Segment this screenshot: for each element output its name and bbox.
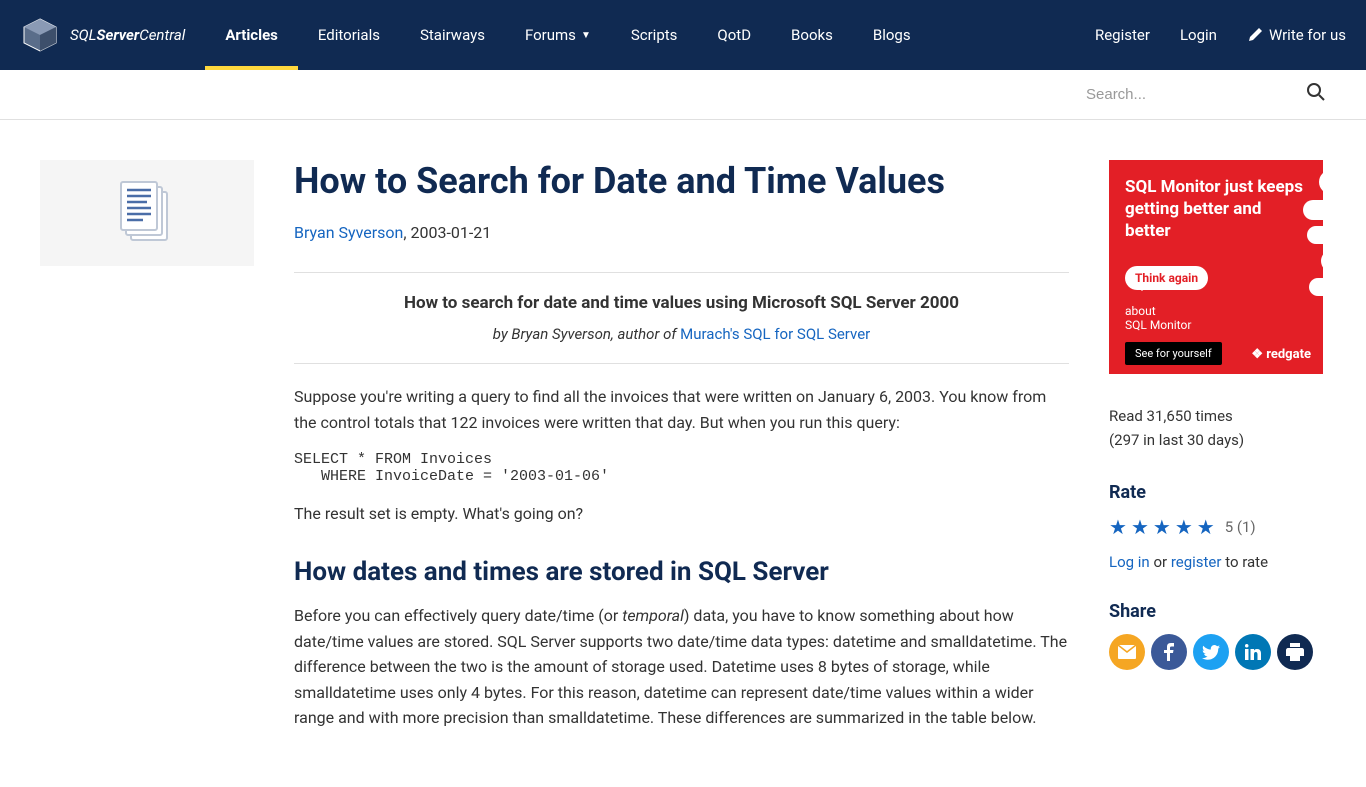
register-link[interactable]: Register <box>1095 26 1150 44</box>
ad-brand: ❖ redgate <box>1251 347 1311 362</box>
section-heading: How dates and times are stored in SQL Se… <box>294 557 1069 587</box>
left-sidebar <box>40 160 254 747</box>
star-icon: ★ <box>1153 515 1171 539</box>
ad-headline: SQL Monitor just keeps getting better an… <box>1125 176 1307 242</box>
pencil-icon <box>1247 27 1263 43</box>
search-bar <box>0 70 1366 120</box>
read-recent: (297 in last 30 days) <box>1109 428 1323 452</box>
login-to-rate[interactable]: Log in <box>1109 553 1150 571</box>
share-heading: Share <box>1109 601 1323 622</box>
divider <box>294 363 1069 364</box>
ad-bubble: Think again <box>1125 266 1208 290</box>
search-icon[interactable] <box>1306 82 1326 107</box>
share-twitter-button[interactable] <box>1193 634 1229 670</box>
paragraph: Before you can effectively query date/ti… <box>294 603 1069 731</box>
logo[interactable]: SQLServerCentral <box>20 15 185 55</box>
email-icon <box>1118 645 1136 659</box>
search-input[interactable] <box>1086 78 1306 111</box>
paragraph: The result set is empty. What's going on… <box>294 501 1069 527</box>
ad-subtext: about SQL Monitor <box>1125 304 1307 332</box>
star-icon: ★ <box>1131 515 1149 539</box>
nav-books[interactable]: Books <box>771 0 853 70</box>
nav-qotd[interactable]: QotD <box>697 0 771 70</box>
register-to-rate[interactable]: register <box>1171 553 1222 571</box>
star-icon: ★ <box>1175 515 1193 539</box>
article-type-icon <box>40 160 254 266</box>
share-email-button[interactable] <box>1109 634 1145 670</box>
code-block: SELECT * FROM Invoices WHERE InvoiceDate… <box>294 451 1069 485</box>
byline: Bryan Syverson, 2003-01-21 <box>294 223 1069 242</box>
book-link[interactable]: Murach's SQL for SQL Server <box>680 325 870 343</box>
star-rating[interactable]: ★ ★ ★ ★ ★ 5 (1) <box>1109 515 1323 539</box>
author-link[interactable]: Bryan Syverson <box>294 223 403 242</box>
logo-icon <box>20 15 60 55</box>
article-title: How to Search for Date and Time Values <box>294 160 1069 203</box>
top-nav: SQLServerCentral Articles Editorials Sta… <box>0 0 1366 70</box>
nav-articles[interactable]: Articles <box>205 0 298 70</box>
rate-heading: Rate <box>1109 482 1323 503</box>
search-wrapper <box>1086 78 1326 111</box>
nav-scripts[interactable]: Scripts <box>611 0 698 70</box>
linkedin-icon <box>1245 644 1261 660</box>
article-main: How to Search for Date and Time Values B… <box>294 160 1069 747</box>
paragraph: Suppose you're writing a query to find a… <box>294 384 1069 435</box>
share-buttons <box>1109 634 1323 670</box>
nav-right: Register Login Write for us <box>1095 26 1346 44</box>
article-date: 2003-01-21 <box>410 223 491 242</box>
nav-stairways[interactable]: Stairways <box>400 0 505 70</box>
nav-editorials[interactable]: Editorials <box>298 0 400 70</box>
right-sidebar: SQL Monitor just keeps getting better an… <box>1109 160 1323 747</box>
ad-decoration <box>1303 170 1323 322</box>
chevron-down-icon: ▼ <box>581 30 591 41</box>
article-credit: by Bryan Syverson, author of Murach's SQ… <box>294 325 1069 343</box>
print-button[interactable] <box>1277 634 1313 670</box>
rating-score: 5 (1) <box>1225 518 1256 536</box>
print-icon <box>1286 643 1304 661</box>
article-subtitle: How to search for date and time values u… <box>294 293 1069 313</box>
share-facebook-button[interactable] <box>1151 634 1187 670</box>
facebook-icon <box>1164 643 1174 661</box>
divider <box>294 272 1069 273</box>
read-count: Read 31,650 times <box>1109 404 1323 428</box>
logo-text: SQLServerCentral <box>70 26 185 44</box>
nav-blogs[interactable]: Blogs <box>853 0 931 70</box>
ad-banner[interactable]: SQL Monitor just keeps getting better an… <box>1109 160 1323 374</box>
write-for-us-link[interactable]: Write for us <box>1247 26 1346 44</box>
star-icon: ★ <box>1109 515 1127 539</box>
twitter-icon <box>1202 645 1220 660</box>
login-link[interactable]: Login <box>1180 26 1217 44</box>
ad-cta-button[interactable]: See for yourself <box>1125 342 1222 365</box>
nav-forums[interactable]: Forums▼ <box>505 0 611 70</box>
rate-prompt: Log in or register to rate <box>1109 553 1323 571</box>
star-icon: ★ <box>1197 515 1215 539</box>
share-linkedin-button[interactable] <box>1235 634 1271 670</box>
nav-items: Articles Editorials Stairways Forums▼ Sc… <box>205 0 1095 70</box>
